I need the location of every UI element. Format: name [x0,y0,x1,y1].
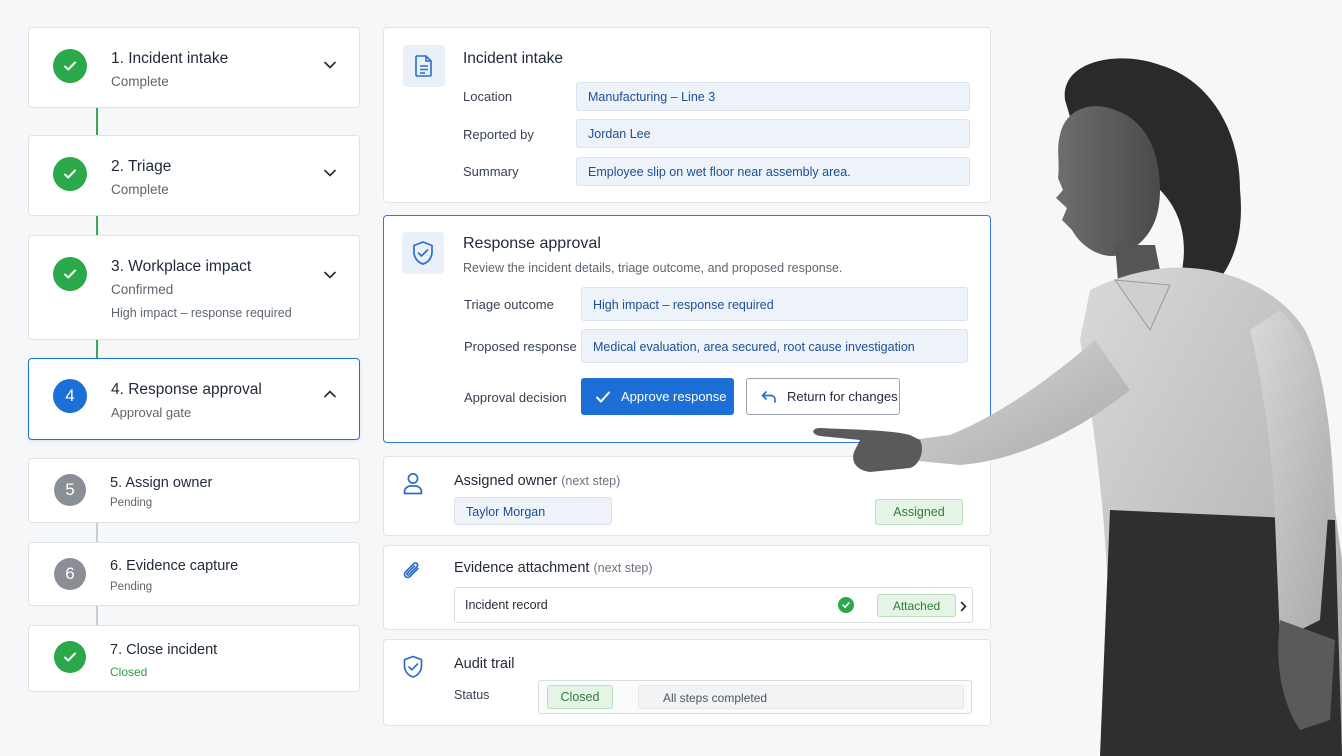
approve-response-button[interactable]: Approve response [581,378,734,415]
document-icon [403,45,445,87]
next-step-note: (next step) [593,561,653,575]
step-title: 4. Response approval [111,381,262,398]
step-title: 5. Assign owner [110,475,213,491]
chevron-down-icon[interactable] [323,166,337,180]
step-status: Pending [110,581,153,593]
step-title: 6. Evidence capture [110,558,239,574]
step-assign-owner[interactable]: 5 5. Assign owner Pending [28,458,360,523]
step-number-badge: 4 [53,379,87,413]
user-icon [402,471,424,495]
panel-title: Audit trail [454,656,515,672]
next-step-note: (next step) [561,474,621,488]
presenter-illustration [813,58,1342,756]
panel-title: Response approval [463,235,601,252]
step-close-incident[interactable]: 7. Close incident Closed [28,625,360,692]
summary-label: Summary [463,164,519,179]
step-status: Pending [110,497,153,509]
step-status: Complete [111,74,169,89]
panel-title: Incident intake [463,50,563,67]
shield-check-icon [401,654,425,680]
assigned-owner-field[interactable]: Taylor Morgan [454,497,612,525]
triage-outcome-label: Triage outcome [464,297,554,312]
incident-record-label: Incident record [465,598,548,612]
check-icon [53,257,87,291]
location-label: Location [463,89,513,104]
step-title: 3. Workplace impact [111,258,252,275]
step-title: 7. Close incident [110,642,218,658]
step-triage[interactable]: 2. Triage Complete [28,135,360,216]
reported-by-label: Reported by [463,127,534,142]
status-label: Status [454,688,490,702]
approval-decision-label: Approval decision [464,390,567,405]
closed-status-badge: Closed [547,685,613,709]
proposed-response-label: Proposed response [464,339,577,354]
step-title: 1. Incident intake [111,50,229,67]
step-status: Confirmed [111,282,174,297]
paperclip-icon [400,558,424,584]
check-icon [53,157,87,191]
step-incident-intake[interactable]: 1. Incident intake Complete [28,27,360,108]
step-status: Closed [110,665,148,679]
check-icon [595,390,611,404]
approve-response-label: Approve response [621,389,727,404]
shield-check-icon [402,232,444,274]
step-evidence-capture[interactable]: 6 6. Evidence capture Pending [28,542,360,606]
owner-title-text: Assigned owner [454,473,558,489]
step-number-badge: 5 [54,474,86,506]
chevron-down-icon[interactable] [323,268,337,282]
step-number-badge: 6 [54,558,86,590]
step-title: 2. Triage [111,158,172,175]
check-icon [54,641,86,673]
panel-title: Assigned owner (next step) [454,473,620,489]
step-response-approval[interactable]: 4 4. Response approval Approval gate [28,358,360,440]
evidence-title-text: Evidence attachment [454,560,590,576]
chevron-up-icon[interactable] [323,387,337,401]
check-icon [53,49,87,83]
panel-title: Evidence attachment (next step) [454,560,653,576]
chevron-down-icon[interactable] [323,58,337,72]
step-detail: High impact – response required [111,306,292,320]
step-workplace-impact[interactable]: 3. Workplace impact Confirmed High impac… [28,235,360,340]
step-status: Approval gate [111,405,192,420]
step-status: Complete [111,182,169,197]
